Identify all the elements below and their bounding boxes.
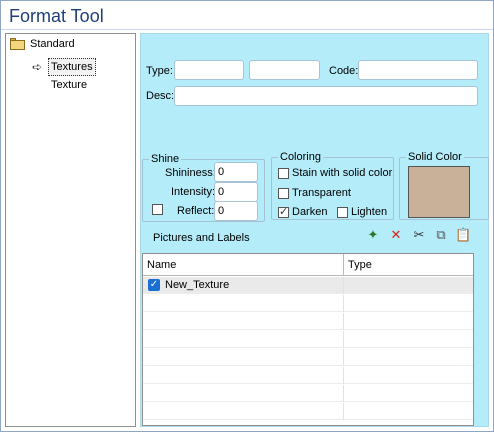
copy-icon[interactable]: ⧉ [433, 227, 449, 243]
lighten-checkbox[interactable] [337, 207, 348, 218]
arrow-right-icon: ➪ [32, 60, 43, 74]
solid-color-title: Solid Color [406, 151, 464, 163]
shine-group: Shine Shininess: Intensity: Reflect: [142, 153, 265, 222]
reflect-input[interactable] [214, 201, 258, 221]
transparent-label: Transparent [292, 187, 351, 199]
empty-row [143, 367, 473, 384]
row-name: New_Texture [165, 279, 230, 291]
empty-row [143, 331, 473, 348]
row-checkbox[interactable]: ✓ [148, 279, 160, 291]
shine-title: Shine [149, 153, 182, 165]
empty-row [143, 295, 473, 312]
properties-panel: Type: Code: Desc: Shine Shininess: Inten… [140, 33, 489, 427]
darken-checkbox[interactable] [278, 205, 289, 218]
type-label: Type: [146, 65, 173, 77]
coloring-title: Coloring [278, 151, 323, 163]
folder-open-icon [10, 38, 25, 50]
code-label: Code: [329, 65, 359, 77]
empty-row [143, 385, 473, 402]
type-input-1[interactable] [174, 60, 244, 80]
empty-row [143, 313, 473, 330]
tree-item-textures[interactable]: ➪ Textures [6, 58, 134, 76]
solid-color-swatch[interactable] [408, 166, 470, 218]
shininess-input[interactable] [214, 162, 258, 182]
tree-item-texture-label: Texture [51, 79, 88, 91]
column-header-type[interactable]: Type [344, 254, 472, 276]
tree-item-texture[interactable]: Texture [6, 77, 134, 93]
transparent-checkbox[interactable] [278, 188, 289, 199]
new-icon[interactable]: ✦ [365, 227, 381, 243]
table-header: Name Type [143, 254, 473, 276]
empty-row [143, 349, 473, 366]
reflect-checkbox[interactable] [152, 204, 163, 215]
cut-icon[interactable]: ✂ [411, 227, 427, 243]
type-input-2[interactable] [249, 60, 320, 80]
intensity-input[interactable] [214, 182, 258, 202]
intensity-label: Intensity: [171, 186, 216, 198]
shininess-label: Shininess: [165, 167, 216, 179]
coloring-group: Coloring Stain with solid color Transpar… [271, 151, 394, 220]
darken-label: Darken [292, 206, 328, 218]
tree-item-standard[interactable]: Standard [6, 36, 134, 52]
empty-row [143, 403, 473, 420]
code-input[interactable] [358, 60, 478, 80]
delete-icon[interactable]: ✕ [388, 227, 404, 243]
title-divider [1, 29, 493, 30]
pictures-table[interactable]: Name Type ✓ New_Texture [142, 253, 474, 426]
paste-icon[interactable]: 📋 [455, 227, 471, 243]
pictures-labels-title: Pictures and Labels [153, 232, 250, 244]
reflect-label: Reflect: [177, 205, 215, 217]
lighten-label: Lighten [351, 206, 388, 218]
tree-item-standard-label: Standard [30, 38, 75, 50]
title-bar: Format Tool [1, 1, 493, 29]
tree-item-textures-label: Textures [48, 58, 96, 76]
desc-label: Desc: [146, 90, 175, 102]
window-title: Format Tool [9, 6, 104, 26]
format-tool-window: Format Tool Standard ➪ Textures Texture … [0, 0, 494, 432]
stain-label: Stain with solid color [292, 167, 393, 179]
table-row[interactable]: ✓ New_Texture [143, 277, 473, 294]
column-header-name[interactable]: Name [143, 254, 343, 276]
category-tree[interactable]: Standard ➪ Textures Texture [5, 33, 136, 427]
desc-input[interactable] [174, 86, 478, 106]
stain-checkbox[interactable] [278, 168, 289, 179]
